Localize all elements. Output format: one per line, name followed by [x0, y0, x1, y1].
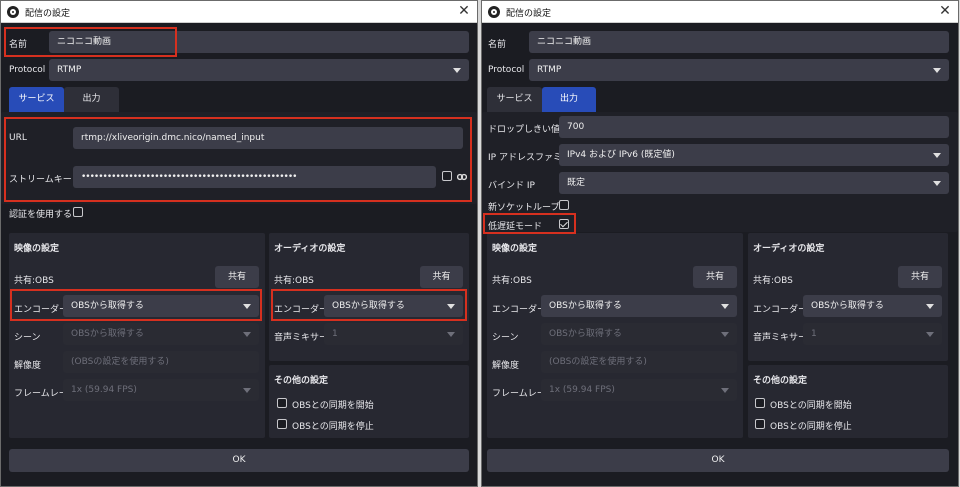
audio-mixer-label: 音声ミキサー [274, 333, 329, 343]
protocol-select[interactable]: RTMP [529, 59, 949, 81]
url-input[interactable]: rtmp://xliveorigin.dmc.nico/named_input [73, 127, 463, 149]
resolution-label: 解像度 [14, 361, 42, 371]
streamkey-input[interactable]: ••••••••••••••••••••••••••••••••••••••••… [73, 166, 436, 188]
video-shared-label: 共有:OBS [492, 276, 532, 286]
audio-mixer-label: 音声ミキサー [753, 333, 808, 343]
framerate-select[interactable]: 1x (59.94 FPS) [63, 379, 259, 401]
scene-label: シーン [492, 333, 519, 343]
close-icon[interactable]: ✕ [455, 2, 473, 20]
video-encoder-label: エンコーダー [492, 305, 547, 315]
protocol-label: Protocol [488, 65, 525, 75]
name-label: 名前 [9, 40, 28, 50]
drop-threshold-label: ドロップしきい値 [488, 125, 561, 135]
tab-output[interactable]: 出力 [64, 87, 119, 112]
sync-start-label: OBSとの同期を開始 [292, 401, 374, 411]
sync-stop-checkbox[interactable] [755, 419, 765, 429]
other-section-title: その他の設定 [753, 376, 808, 386]
obs-logo-icon [7, 6, 19, 18]
settings-window-service: 配信の設定 ✕ 名前 ニコニコ動画 Protocol RTMP サービス 出力 … [0, 0, 478, 487]
socket-loop-label: 新ソケットループ [488, 203, 560, 213]
audio-share-button[interactable]: 共有 [898, 266, 942, 288]
video-encoder-label: エンコーダー [14, 305, 69, 315]
sync-stop-label: OBSとの同期を停止 [292, 422, 374, 432]
sync-start-label: OBSとの同期を開始 [770, 401, 852, 411]
audio-mixer-select[interactable]: 1 [324, 323, 463, 345]
video-share-button[interactable]: 共有 [693, 266, 737, 288]
audio-encoder-select[interactable]: OBSから取得する [803, 295, 942, 317]
close-icon[interactable]: ✕ [936, 2, 954, 20]
audio-encoder-label: エンコーダー [274, 305, 329, 315]
ok-button[interactable]: OK [9, 449, 469, 472]
audio-shared-label: 共有:OBS [274, 276, 314, 286]
window-title: 配信の設定 [506, 9, 552, 19]
resolution-label: 解像度 [492, 361, 520, 371]
name-input[interactable]: ニコニコ動画 [529, 31, 949, 53]
show-key-checkbox[interactable] [442, 171, 452, 181]
framerate-select[interactable]: 1x (59.94 FPS) [541, 379, 737, 401]
tab-service[interactable]: サービス [9, 87, 64, 112]
titlebar: 配信の設定 ✕ [1, 1, 477, 23]
window-title: 配信の設定 [25, 9, 71, 19]
socket-loop-checkbox[interactable] [559, 200, 569, 210]
resolution-input[interactable]: (OBSの設定を使用する) [541, 351, 737, 373]
video-share-button[interactable]: 共有 [215, 266, 259, 288]
service-panel [1, 112, 477, 204]
name-input[interactable]: ニコニコ動画 [49, 31, 469, 53]
resolution-input[interactable]: (OBSの設定を使用する) [63, 351, 259, 373]
tab-service[interactable]: サービス [487, 87, 542, 112]
show-key-icon[interactable] [457, 172, 467, 182]
audio-mixer-select[interactable]: 1 [803, 323, 942, 345]
audio-encoder-select[interactable]: OBSから取得する [324, 295, 463, 317]
low-latency-label: 低遅延モード [488, 222, 543, 232]
audio-section-title: オーディオの設定 [753, 244, 825, 254]
auth-label: 認証を使用する [9, 210, 73, 220]
audio-encoder-label: エンコーダー [753, 305, 808, 315]
scene-select[interactable]: OBSから取得する [63, 323, 259, 345]
video-encoder-select[interactable]: OBSから取得する [541, 295, 737, 317]
video-encoder-select[interactable]: OBSから取得する [63, 295, 259, 317]
low-latency-checkbox[interactable] [559, 219, 569, 229]
sync-start-checkbox[interactable] [755, 398, 765, 408]
name-label: 名前 [488, 40, 507, 50]
tab-output[interactable]: 出力 [542, 87, 596, 112]
ok-button[interactable]: OK [487, 449, 949, 472]
obs-logo-icon [488, 6, 500, 18]
sync-stop-label: OBSとの同期を停止 [770, 422, 852, 432]
audio-shared-label: 共有:OBS [753, 276, 793, 286]
protocol-label: Protocol [9, 65, 46, 75]
other-section-title: その他の設定 [274, 376, 329, 386]
scene-label: シーン [14, 333, 41, 343]
audio-section-title: オーディオの設定 [274, 244, 346, 254]
ip-family-select[interactable]: IPv4 および IPv6 (既定値) [559, 144, 949, 166]
auth-checkbox[interactable] [73, 207, 83, 217]
sync-stop-checkbox[interactable] [277, 419, 287, 429]
protocol-select[interactable]: RTMP [49, 59, 469, 81]
bind-ip-select[interactable]: 既定 [559, 172, 949, 194]
scene-select[interactable]: OBSから取得する [541, 323, 737, 345]
video-section-title: 映像の設定 [492, 244, 538, 254]
streamkey-label: ストリームキー [9, 175, 72, 185]
drop-threshold-input[interactable]: 700 [559, 116, 949, 138]
bind-ip-label: バインド IP [488, 181, 535, 191]
titlebar: 配信の設定 ✕ [482, 1, 958, 23]
video-section-title: 映像の設定 [14, 244, 60, 254]
settings-window-output: 配信の設定 ✕ 名前 ニコニコ動画 Protocol RTMP サービス 出力 … [481, 0, 959, 487]
video-shared-label: 共有:OBS [14, 276, 54, 286]
audio-share-button[interactable]: 共有 [420, 266, 463, 288]
url-label: URL [9, 133, 27, 143]
sync-start-checkbox[interactable] [277, 398, 287, 408]
